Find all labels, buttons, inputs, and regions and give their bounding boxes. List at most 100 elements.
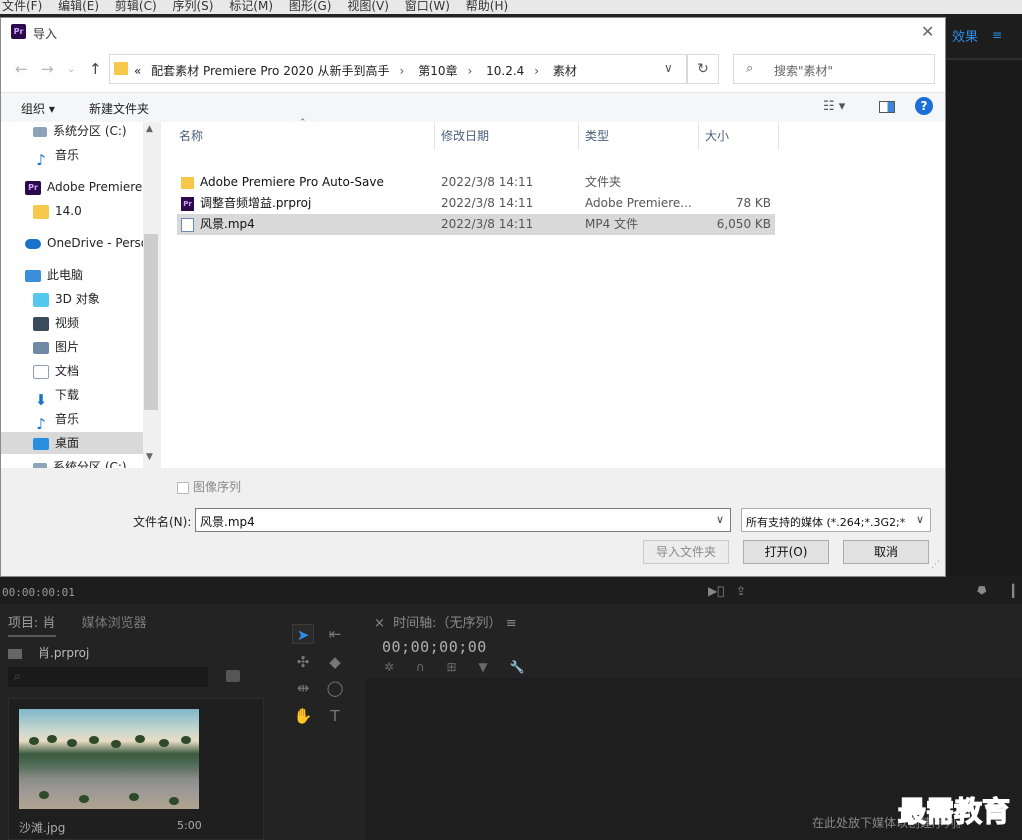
hand-tool-icon[interactable]: ✋ [292,706,314,726]
export-frame-icon[interactable]: ▶⃓ [708,584,724,598]
back-arrow-icon[interactable]: ← [15,60,28,78]
nest-icon[interactable]: ✲ [384,660,394,674]
close-icon[interactable]: × [374,616,385,631]
panel-menu-icon[interactable]: ≡ [506,616,517,631]
cancel-button[interactable]: 取消 [843,540,929,564]
project-file-name: 肖.prproj [38,646,90,660]
chevron-down-icon[interactable]: ∨ [716,513,724,526]
effects-tab[interactable]: 效果 [952,26,978,45]
menu-help[interactable]: 帮助(H) [466,0,508,12]
folder-icon [33,204,49,219]
tree-item-label: 文档 [55,364,80,378]
menu-window[interactable]: 窗口(W) [405,0,450,12]
tab-media-browser[interactable]: 媒体浏览器 [82,616,147,631]
close-button[interactable]: ✕ [921,22,934,41]
navigation-tree: 系统分区 (C:) ♪ 音乐 Pr Adobe Premiere 14.0 OneD… [1,122,159,468]
menu-clip[interactable]: 剪辑(C) [115,0,157,12]
view-options-icon[interactable]: ☷ ▾ [823,99,845,114]
menu-sequence[interactable]: 序列(S) [172,0,213,12]
clip-card[interactable]: 沙滩.jpg 5:00 [8,698,264,840]
new-bin-icon[interactable] [226,670,240,682]
menu-marker[interactable]: 标记(M) [229,0,273,12]
track-icon[interactable]: ▎ [1012,584,1021,598]
breadcrumb-item[interactable]: 配套素材 Premiere Pro 2020 从新手到高手 [151,64,389,78]
linked-selection-icon[interactable]: ⊞ [447,660,457,674]
column-header-name[interactable]: 名称 [161,122,435,150]
address-bar[interactable]: « 配套素材 Premiere Pro 2020 从新手到高手 › 第10章 › 1… [109,54,687,84]
tree-item-desktop[interactable]: 桌面 [1,432,143,454]
breadcrumb-item[interactable]: 第10章 [418,64,457,78]
tree-item-3d-objects[interactable]: 3D 对象 [1,288,143,310]
tree-item-documents[interactable]: 文档 [1,360,143,382]
wrench-icon[interactable]: 🔧 [509,660,524,674]
timeline-title[interactable]: 时间轴:（无序列） [393,616,501,631]
desktop-icon [33,437,49,450]
menu-graphics[interactable]: 图形(G) [289,0,332,12]
panel-menu-icon[interactable]: ≡ [992,28,1002,42]
watermark-logo: 最需教育 [897,794,1011,828]
import-folder-button[interactable]: 导入文件夹 [643,540,729,564]
chevron-down-icon[interactable]: ∨ [916,513,924,526]
menu-file[interactable]: 文件(F) [2,0,42,12]
timeline-timecode[interactable]: 00;00;00;00 [382,638,487,656]
search-input[interactable]: ⌕ 搜索"素材" [733,54,935,84]
project-search-input[interactable]: ⌕ [8,667,208,687]
razor-tool-icon[interactable]: ◆ [324,652,346,672]
tree-item-drive-c[interactable]: 系统分区 (C:) [1,122,143,142]
preview-pane-icon[interactable] [879,101,895,113]
menu-edit[interactable]: 编辑(E) [58,0,99,12]
scroll-up-icon[interactable]: ▲ [146,124,153,134]
tree-item-music[interactable]: ♪ 音乐 [1,144,143,166]
tree-item-downloads[interactable]: ⬇ 下载 [1,384,143,406]
menu-view[interactable]: 视图(V) [347,0,389,12]
help-icon[interactable]: ? [915,97,933,115]
tree-item-videos[interactable]: 视频 [1,312,143,334]
recent-locations-chevron-icon[interactable]: ⌄ [67,64,75,75]
tree-item-onedrive[interactable]: OneDrive - Perso [1,232,143,254]
tab-project[interactable]: 项目: 肖 [8,616,56,637]
breadcrumb-separator-icon[interactable]: › [467,64,472,78]
tree-item-pictures[interactable]: 图片 [1,336,143,358]
forward-arrow-icon[interactable]: → [41,60,54,78]
tree-scrollbar[interactable]: ▲ ▼ [143,122,159,468]
column-header-date[interactable]: 修改日期 [435,122,579,150]
open-button[interactable]: 打开(O) [743,540,829,564]
tree-item-adobe-premiere[interactable]: Pr Adobe Premiere [1,176,143,198]
breadcrumb-separator-icon[interactable]: › [400,64,405,78]
tree-item-music-2[interactable]: ♪ 音乐 [1,408,143,430]
export-icon[interactable]: ⇪ [736,584,746,598]
filename-input[interactable]: 风景.mp4 ∨ [195,508,731,532]
up-arrow-icon[interactable]: ↑ [89,60,102,78]
ellipse-tool-icon[interactable]: ◯ [324,678,346,698]
scroll-down-icon[interactable]: ▼ [146,452,153,462]
column-header-size[interactable]: 大小 [699,122,779,150]
file-type-filter-select[interactable]: 所有支持的媒体 (*.264;*.3G2;* ∨ [741,508,931,532]
selection-tool-icon[interactable]: ➤ [292,624,314,644]
resize-grip-icon[interactable]: ⋰ [931,560,940,570]
add-marker-icon[interactable]: ▼ [478,660,487,674]
track-select-tool-icon[interactable]: ⇤ [324,624,346,644]
scrollbar-thumb[interactable] [144,234,158,410]
tree-item-drive-c-2[interactable]: 系统分区 (C:) [1,456,143,468]
tree-item-this-pc[interactable]: 此电脑 [1,264,143,286]
snap-icon[interactable]: ∩ [416,660,425,674]
organize-button[interactable]: 组织 ▾ [21,100,55,117]
refresh-button[interactable]: ↻ [687,54,719,84]
marker-icon[interactable]: ⯂ [976,584,986,599]
checkbox-box[interactable] [177,481,189,494]
breadcrumb-item[interactable]: 素材 [553,64,577,78]
file-row[interactable]: Pr 调整音频增益.prproj 2022/3/8 14:11 Adobe Pre… [177,193,775,214]
breadcrumb-separator-icon[interactable]: › [534,64,539,78]
tree-item-14[interactable]: 14.0 [1,200,143,222]
ripple-edit-tool-icon[interactable]: ✣ [292,652,314,672]
breadcrumb-item[interactable]: 10.2.4 [486,64,524,78]
new-folder-button[interactable]: 新建文件夹 [89,100,149,117]
slip-tool-icon[interactable]: ⇹ [292,678,314,698]
column-header-type[interactable]: 类型 [579,122,699,150]
type-tool-icon[interactable]: T [324,706,346,726]
chevron-down-icon[interactable]: ∨ [664,61,673,75]
file-row[interactable]: Adobe Premiere Pro Auto-Save 2022/3/8 14… [177,172,775,193]
breadcrumb-overflow[interactable]: « [134,64,141,78]
image-sequence-checkbox[interactable]: 图像序列 [177,478,241,495]
file-row-selected[interactable]: 风景.mp4 2022/3/8 14:11 MP4 文件 6,050 KB [177,214,775,235]
